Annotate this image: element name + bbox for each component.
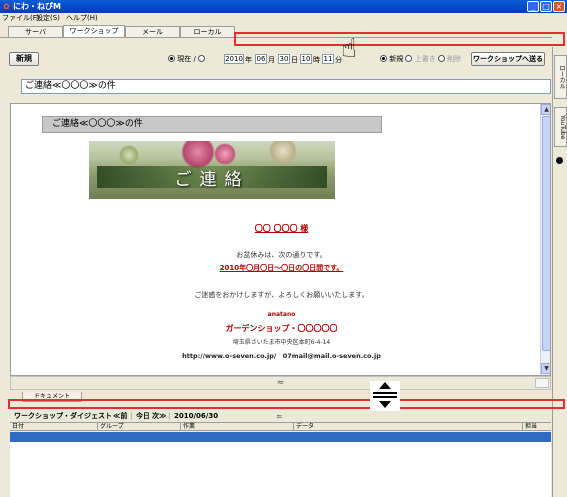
menu-file[interactable]: ファイル(F) bbox=[2, 13, 40, 24]
app-logo-icon: ✿ bbox=[3, 2, 10, 11]
splitter-highlight-frame bbox=[8, 399, 565, 409]
month-field[interactable]: 06 bbox=[255, 54, 267, 64]
window-title: にわ・ねぴM bbox=[13, 2, 61, 11]
shop-address: 埼玉県さいたま市中央区本町6-4-14 bbox=[232, 339, 331, 346]
document-header: ご連絡≪〇〇〇≫の件 bbox=[42, 116, 382, 133]
mode-new-label: 新規 bbox=[389, 55, 404, 63]
hand-pointer-icon: ☝ bbox=[341, 34, 357, 64]
flower-shape bbox=[269, 141, 297, 165]
day-field[interactable]: 30 bbox=[278, 54, 290, 64]
table-row[interactable] bbox=[10, 432, 551, 442]
maximize-icon[interactable]: □ bbox=[540, 1, 552, 12]
scroll-down-icon[interactable]: ▼ bbox=[541, 363, 550, 374]
digest-prev-button[interactable]: ≪前 bbox=[113, 411, 127, 422]
digest-divider: | bbox=[168, 412, 171, 420]
time-custom-separator: / bbox=[193, 55, 196, 63]
scroll-thumb[interactable] bbox=[542, 116, 550, 351]
mode-delete-radio[interactable] bbox=[437, 55, 445, 62]
digest-list bbox=[10, 442, 551, 497]
digest-title: ワークショップ・ダイジェスト bbox=[14, 412, 112, 420]
column-data[interactable]: データ bbox=[293, 423, 314, 431]
tab-mail[interactable]: メール bbox=[125, 26, 180, 37]
hour-field[interactable]: 10 bbox=[300, 54, 312, 64]
subject-input[interactable]: ご連絡≪〇〇〇≫の件 bbox=[21, 79, 551, 94]
banner-title: ご連絡 bbox=[174, 170, 250, 190]
document-scrollbar[interactable]: ▲ ▼ bbox=[540, 104, 550, 375]
splitter-line bbox=[373, 396, 397, 398]
body-line-2: 2010年〇月〇日〜〇日の〇日間です。 bbox=[219, 264, 344, 272]
signature-name: anatano bbox=[267, 311, 296, 318]
shop-contact: http://www.o-seven.co.jp/ 07mail@mail.o-… bbox=[182, 352, 381, 360]
new-button[interactable]: 新規 bbox=[9, 52, 39, 66]
send-to-workshop-button[interactable]: ワークショップへ送る bbox=[471, 52, 545, 66]
digest-bar: ワークショップ・ダイジェスト ≪前 | 今日 | 次≫ | 2010/06/30… bbox=[10, 411, 551, 422]
menu-settings[interactable]: 設定(S) bbox=[36, 13, 60, 24]
time-now-label: 現在 bbox=[177, 55, 192, 63]
column-date[interactable]: 日付 bbox=[10, 423, 24, 431]
body-line-1: お盆休みは、次の通りです。 bbox=[236, 251, 327, 259]
close-icon[interactable]: × bbox=[553, 1, 565, 12]
side-tab-local[interactable]: ローカル bbox=[554, 55, 567, 99]
shop-name: ガーデンショップ・〇〇〇〇〇 bbox=[225, 324, 338, 333]
digest-divider: | bbox=[130, 412, 133, 420]
banner-image: ご連絡 bbox=[89, 141, 335, 199]
mode-overwrite-radio[interactable] bbox=[405, 55, 413, 62]
arrow-up-icon bbox=[379, 382, 391, 389]
side-panel: ローカル YouTube bbox=[552, 47, 567, 497]
collapse-toggle[interactable]: ≈ bbox=[10, 376, 551, 390]
scroll-up-icon[interactable]: ▲ bbox=[541, 104, 550, 115]
flower-shape bbox=[214, 143, 236, 165]
mode-selector: 新規 上書き 削除 bbox=[380, 54, 472, 65]
digest-divider: | bbox=[147, 412, 150, 420]
mode-delete-label: 削除 bbox=[447, 55, 462, 63]
arrow-down-icon bbox=[379, 401, 391, 408]
minimize-icon[interactable]: _ bbox=[527, 1, 539, 12]
digest-next-button[interactable]: 次≫ bbox=[152, 411, 166, 422]
column-owner[interactable]: 担当 bbox=[522, 423, 537, 431]
side-dot-icon[interactable] bbox=[556, 157, 563, 164]
year-field[interactable]: 2010 bbox=[224, 54, 244, 64]
column-task[interactable]: 作業 bbox=[180, 423, 195, 431]
resize-splitter-icon bbox=[370, 381, 400, 411]
title-bar: ✿ にわ・ねぴM _ □ × bbox=[0, 0, 567, 13]
menu-bar: ファイル(F) 設定(S) ヘルプ(H) bbox=[0, 13, 567, 24]
recipient-name: 〇〇 〇〇〇 様 bbox=[254, 224, 309, 233]
digest-collapse-toggle[interactable]: ≈ bbox=[276, 411, 283, 422]
year-unit: 年 bbox=[245, 56, 252, 64]
digest-column-headers: 日付 グループ 作業 データ 担当 bbox=[10, 422, 551, 431]
tab-highlight-frame bbox=[234, 32, 565, 46]
corner-button[interactable] bbox=[535, 378, 549, 388]
mode-overwrite-label: 上書き bbox=[414, 55, 436, 63]
mode-new-radio[interactable] bbox=[380, 55, 387, 62]
time-now-radio[interactable] bbox=[168, 55, 175, 62]
month-unit: 月 bbox=[268, 56, 275, 64]
flower-shape bbox=[119, 145, 139, 165]
column-group[interactable]: グループ bbox=[97, 423, 124, 431]
body-line-3: ご迷惑をおかけしますが、よろしくお願いいたします。 bbox=[194, 291, 369, 299]
tab-server[interactable]: サーバ bbox=[8, 26, 63, 37]
digest-date: 2010/06/30 bbox=[174, 412, 219, 420]
day-unit: 日 bbox=[291, 56, 298, 64]
tab-local[interactable]: ローカル bbox=[180, 26, 235, 37]
document-preview: ご連絡≪〇〇〇≫の件 ご連絡 〇〇 〇〇〇 様 お盆休みは、次の通りです。 20… bbox=[10, 103, 551, 376]
minute-field[interactable]: 11 bbox=[322, 54, 334, 64]
hour-unit: 時 bbox=[313, 56, 320, 64]
splitter-line bbox=[373, 392, 397, 394]
side-tab-youtube[interactable]: YouTube bbox=[554, 107, 567, 147]
time-custom-radio[interactable] bbox=[198, 55, 206, 62]
menu-help[interactable]: ヘルプ(H) bbox=[66, 13, 98, 24]
tab-workshop[interactable]: ワークショップ bbox=[63, 25, 125, 37]
